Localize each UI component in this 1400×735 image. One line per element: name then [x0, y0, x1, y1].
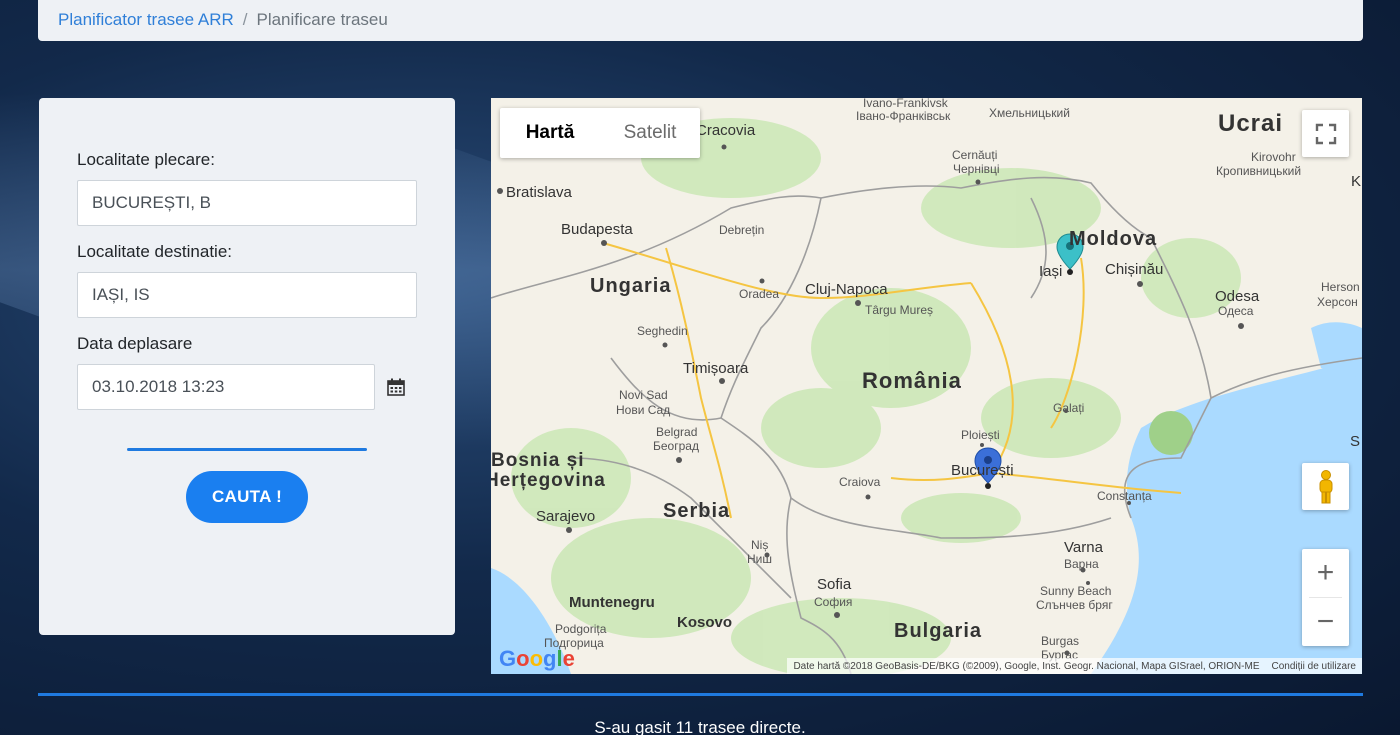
map-label-belgrad-cyr: Београд [653, 439, 699, 453]
map-label-odesa-cyr: Одеса [1218, 304, 1254, 318]
breadcrumb-current: Planificare traseu [256, 9, 388, 29]
map-label-debretin: Debrețin [719, 223, 765, 237]
map-label-herson: Herson [1321, 280, 1360, 294]
map-label-craiova: Craiova [839, 475, 881, 489]
map-label-ungaria: Ungaria [590, 275, 672, 297]
pegman-icon [1319, 469, 1332, 503]
route-search-form: Localitate plecare: Localitate destinati… [39, 98, 455, 635]
map-label-s: S [1350, 433, 1361, 450]
map-label-odesa: Odesa [1215, 288, 1260, 305]
breadcrumb-separator: / [242, 9, 248, 29]
map-label-chisinau: Chișinău [1105, 261, 1164, 278]
map-label-nis: Niș [751, 538, 769, 552]
map-label-cernauti: Cernăuți [952, 148, 998, 162]
map-label-ucraina: Ucrai [1218, 110, 1284, 137]
terms-link[interactable]: Condiții de utilizare [1272, 661, 1357, 672]
map-label-bulgaria: Bulgaria [894, 620, 983, 642]
map-label-kosovo: Kosovo [677, 614, 733, 631]
map-label-varna: Varna [1064, 539, 1103, 556]
map-label-novisad: Novi Sad [619, 388, 668, 402]
map-label-seghedin: Seghedin [637, 324, 688, 338]
calendar-icon[interactable] [387, 378, 405, 396]
results-divider [38, 693, 1363, 696]
form-progress-line [127, 448, 367, 451]
map-label-sarajevo: Sarajevo [536, 508, 596, 525]
map-label-novisad-cyr: Нови Сад [616, 403, 671, 417]
zoom-out-button[interactable]: − [1302, 598, 1349, 646]
map-label-budapesta: Budapesta [561, 221, 633, 238]
date-row [77, 364, 417, 410]
route-map[interactable]: Ivano-Frankivsk Івано-Франківськ Хмельни… [491, 98, 1362, 674]
map-label-cluj: Cluj-Napoca [805, 281, 888, 298]
map-label-ivano-cyr: Івано-Франківськ [856, 109, 951, 123]
map-label-khmel: Хмельницький [989, 106, 1070, 120]
destination-input[interactable] [77, 272, 417, 318]
map-label-bucuresti: București [951, 462, 1014, 479]
map-label-varna-cyr: Варна [1064, 557, 1099, 571]
map-label-oradea: Oradea [739, 287, 780, 301]
map-label-podgorita: Podgorița [555, 622, 607, 636]
attribution-text[interactable]: Date hartă ©2018 GeoBasis-DE/BKG (©2009)… [793, 661, 1259, 672]
zoom-in-button[interactable]: + [1302, 549, 1349, 597]
map-label-bosnia-1: Bosnia și [491, 450, 585, 471]
departure-label: Localitate plecare: [77, 150, 215, 169]
map-label-targu: Târgu Mureș [865, 303, 934, 317]
zoom-controls: + − [1302, 549, 1349, 646]
map-label-iasi: Iași [1039, 263, 1063, 280]
fullscreen-icon [1315, 123, 1336, 144]
map-label-k: K [1351, 173, 1362, 190]
google-logo[interactable]: Google [499, 646, 575, 672]
departure-input[interactable] [77, 180, 417, 226]
map-label-nis-cyr: Ниш [747, 552, 772, 566]
map-label-sunny-cyr: Слънчев бряг [1036, 598, 1113, 612]
breadcrumb-link-planner[interactable]: Planificator trasee ARR [58, 10, 234, 30]
destination-label: Localitate destinatie: [77, 242, 232, 261]
breadcrumb: Planificator trasee ARR / Planificare tr… [38, 0, 1363, 41]
map-label-romania: România [862, 368, 962, 393]
map-label-kirovohr: Kirovohr [1251, 150, 1296, 164]
tab-satellite[interactable]: Satelit [600, 108, 700, 158]
street-view-button[interactable] [1302, 463, 1349, 510]
map-label-burgas: Burgas [1041, 634, 1080, 648]
map-label-belgrad: Belgrad [656, 425, 698, 439]
map-label-cernauti-cyr: Чернівці [953, 162, 1000, 176]
map-label-sofia: Sofia [817, 576, 852, 593]
search-button[interactable]: CAUTA ! [186, 471, 308, 523]
map-label-constanta: Constanța [1097, 489, 1152, 503]
map-label-bosnia-2: Herțegovina [491, 470, 606, 491]
results-summary: S-au gasit 11 trasee directe. [594, 718, 806, 735]
map-label-sunny: Sunny Beach [1040, 584, 1112, 598]
map-label-serbia: Serbia [663, 500, 731, 522]
map-label-kropyv: Кропивницький [1216, 164, 1302, 178]
date-label: Data deplasare [77, 334, 193, 353]
map-label-muntenegru: Muntenegru [569, 594, 655, 611]
map-label-galati: Galați [1053, 401, 1085, 415]
fullscreen-button[interactable] [1302, 110, 1349, 157]
map-label-bratislava: Bratislava [506, 184, 572, 201]
map-label-sofia-cyr: София [814, 595, 853, 609]
map-label-moldova: Moldova [1069, 228, 1158, 250]
tab-map[interactable]: Hartă [500, 108, 600, 158]
map-label-herson-cyr: Херсон [1317, 295, 1358, 309]
map-label-cracovia: Cracovia [696, 122, 756, 139]
map-type-toggle: Hartă Satelit [500, 108, 700, 158]
map-label-timisoara: Timișoara [683, 360, 749, 377]
map-label-ploiesti: Ploiești [961, 428, 1000, 442]
map-attribution: Date hartă ©2018 GeoBasis-DE/BKG (©2009)… [787, 658, 1362, 674]
date-input[interactable] [77, 364, 375, 410]
